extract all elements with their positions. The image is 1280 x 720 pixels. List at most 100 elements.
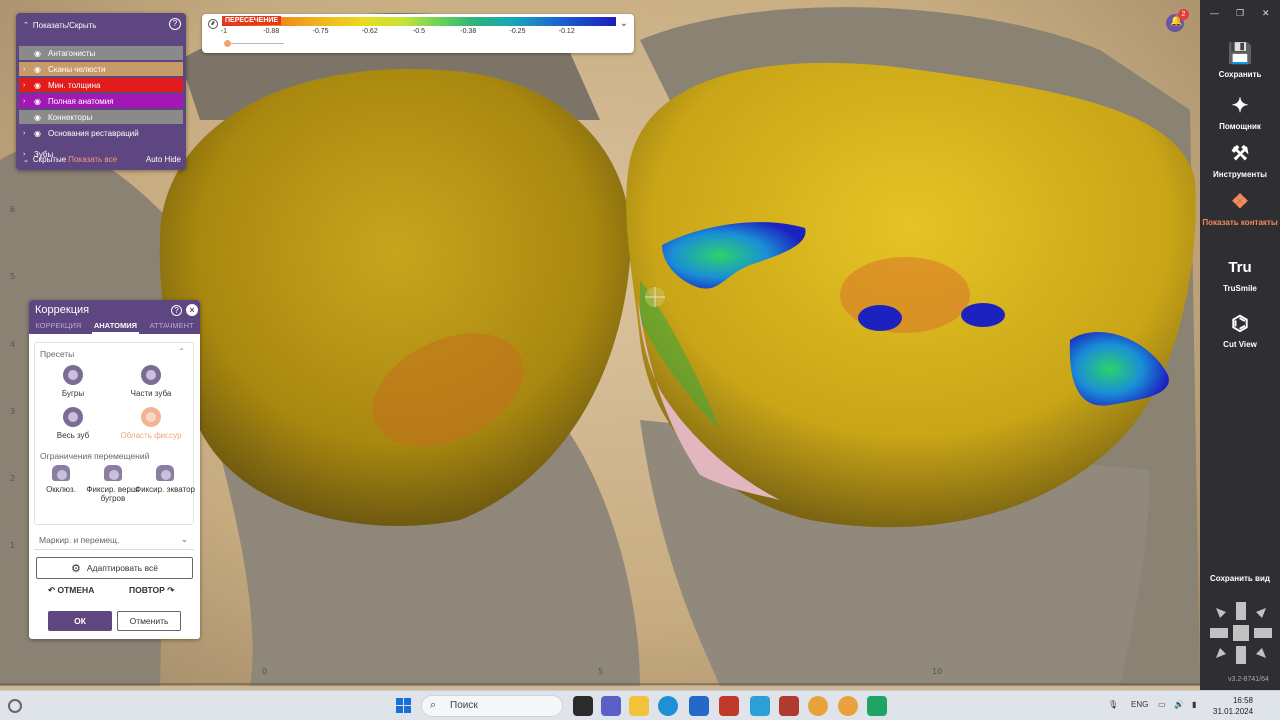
visibility-header[interactable]: ⌃ Показать/Скрыть ?: [23, 18, 183, 32]
start-button[interactable]: [396, 698, 412, 714]
task-view-icon[interactable]: [573, 696, 593, 716]
tooth-parts-icon: [141, 365, 161, 385]
view-center: [1233, 625, 1249, 641]
chevron-down-icon[interactable]: ⌄: [620, 18, 628, 29]
tab-correction[interactable]: КОРРЕКЦИЯ: [33, 320, 83, 334]
preset-cusps-button[interactable]: Бугры: [41, 365, 105, 398]
restore-icon[interactable]: ❐: [1236, 8, 1244, 19]
save-view-button[interactable]: Сохранить вид: [1200, 574, 1280, 583]
volume-icon[interactable]: 🔊: [1174, 700, 1184, 709]
view-top-left: [1216, 608, 1226, 618]
minimize-icon[interactable]: —: [1210, 8, 1219, 18]
tab-attachment[interactable]: АТТАЧМЕНТ: [148, 320, 196, 334]
eye-icon[interactable]: ◉: [34, 113, 48, 122]
preset-tooth-parts-button[interactable]: Части зуба: [119, 365, 183, 398]
edge-icon[interactable]: [658, 696, 678, 716]
teams-icon[interactable]: [601, 696, 621, 716]
visibility-row-min-thickness[interactable]: › ◉ Мин. толщина: [19, 78, 183, 92]
chevron-up-icon[interactable]: ⌃: [178, 347, 185, 356]
view-bottom-right: [1256, 648, 1266, 658]
visibility-row-jaw-scans[interactable]: › ◉ Сканы челюсти: [19, 62, 183, 76]
visibility-row-restoration-bases[interactable]: › ◉ Основания реставраций: [19, 126, 183, 140]
threshold-slider-track[interactable]: [226, 43, 284, 44]
eye-icon[interactable]: ◉: [34, 97, 48, 106]
mark-move-label: Маркир. и перемещ.: [39, 535, 120, 545]
notifications-button[interactable]: 🔔 2: [1166, 9, 1189, 32]
search-icon: ⌕: [430, 699, 437, 711]
visibility-row-connectors[interactable]: ◉ Коннекторы: [19, 110, 183, 124]
taskbar-clock[interactable]: 16:58 31.01.2024: [1213, 695, 1253, 717]
gauge-icon[interactable]: [208, 19, 218, 29]
eye-icon[interactable]: ◉: [34, 129, 48, 138]
chevron-right-icon[interactable]: ›: [23, 98, 34, 105]
chrome-profile-icon[interactable]: [838, 696, 858, 716]
eye-icon[interactable]: ◉: [34, 65, 48, 74]
tools-button[interactable]: ⚒ Инструменты: [1200, 142, 1280, 179]
cut-view-button[interactable]: ⌬ Cut View: [1200, 312, 1280, 349]
correction-tabs: КОРРЕКЦИЯ АНАТОМИЯ АТТАЧМЕНТ: [29, 320, 200, 334]
file-explorer-icon[interactable]: [629, 696, 649, 716]
cad-icon[interactable]: [779, 696, 799, 716]
preset-fissure-area-button[interactable]: Область фиссур: [119, 407, 183, 440]
exocad-icon[interactable]: [719, 696, 739, 716]
help-icon[interactable]: ?: [169, 18, 181, 30]
correction-title: Коррекция: [35, 304, 90, 316]
scale-tick: -0.88: [263, 28, 280, 35]
network-icon[interactable]: ▭: [1158, 700, 1166, 709]
telegram-icon[interactable]: [750, 696, 770, 716]
chrome-icon[interactable]: [808, 696, 828, 716]
microphone-icon[interactable]: 🎙: [1108, 700, 1118, 709]
close-icon[interactable]: ×: [186, 304, 198, 316]
undo-button[interactable]: ↶ ОТМЕНА: [48, 585, 94, 596]
ruler-label: 10: [932, 667, 943, 676]
auto-hide-button[interactable]: Auto Hide: [146, 155, 181, 164]
show-all-button[interactable]: Показать все: [68, 155, 117, 164]
tab-anatomy[interactable]: АНАТОМИЯ: [91, 320, 139, 334]
fix-equator-icon: [156, 465, 174, 481]
fissure-area-icon: [141, 407, 161, 427]
preset-whole-tooth-button[interactable]: Весь зуб: [41, 407, 105, 440]
battery-icon[interactable]: ▮: [1192, 700, 1196, 709]
ok-button[interactable]: ОК: [48, 611, 112, 631]
language-indicator[interactable]: ENG: [1131, 700, 1148, 709]
version-label: v3.2-8741/64: [1228, 676, 1269, 683]
save-button[interactable]: 💾 Сохранить: [1200, 42, 1280, 79]
trusmile-button[interactable]: Tru TruSmile: [1200, 256, 1280, 293]
redo-icon: ↷: [167, 585, 175, 595]
threshold-slider-handle[interactable]: [224, 40, 231, 47]
scale-tick: -0.38: [460, 28, 477, 35]
chevron-up-icon[interactable]: ⌃: [23, 21, 29, 29]
cancel-button[interactable]: Отменить: [117, 611, 181, 631]
limits-label: Ограничения перемещений: [40, 451, 150, 461]
show-contacts-button[interactable]: ❖ Показать контакты: [1200, 190, 1280, 227]
assistant-button[interactable]: ✦ Помощник: [1200, 94, 1280, 131]
mark-move-dropdown[interactable]: Маркир. и перемещ. ⌄: [34, 532, 194, 550]
scale-tick: -0.75: [312, 28, 329, 35]
adapt-all-button[interactable]: ⚙ Адаптировать всё: [36, 557, 193, 579]
eye-icon[interactable]: ◉: [34, 49, 48, 58]
view-navigator[interactable]: [1208, 600, 1274, 666]
limit-fix-equator-button[interactable]: Фиксир. экватор: [133, 465, 197, 494]
chevron-right-icon[interactable]: ›: [23, 130, 34, 137]
visibility-row-label: Полная анатомия: [48, 96, 114, 106]
save-icon: 💾: [1227, 43, 1253, 65]
widgets-icon[interactable]: [8, 699, 22, 713]
taskbar-search[interactable]: ⌕ Поиск: [421, 695, 563, 717]
visibility-footer: ⌄ Скрытые Показать все Auto Hide: [23, 155, 183, 164]
redo-button[interactable]: ПОВТОР ↷: [129, 585, 174, 596]
correction-titlebar[interactable]: Коррекция ? × КОРРЕКЦИЯ АНАТОМИЯ АТТАЧМЕ…: [29, 300, 200, 334]
notification-badge: 2: [1178, 9, 1189, 20]
scale-ticks: -1 -0.88 -0.75 -0.62 -0.5 -0.38 -0.25 -0…: [221, 28, 616, 38]
visibility-row-full-anatomy[interactable]: › ◉ Полная анатомия: [19, 94, 183, 108]
sheets-icon[interactable]: [867, 696, 887, 716]
close-window-icon[interactable]: ✕: [1262, 8, 1270, 19]
chevron-right-icon[interactable]: ›: [23, 82, 34, 89]
chevron-down-icon[interactable]: ⌄: [23, 156, 29, 164]
help-icon[interactable]: ?: [171, 305, 182, 316]
store-icon[interactable]: [689, 696, 709, 716]
visibility-row-antagonists[interactable]: ◉ Антагонисты: [19, 46, 183, 60]
correction-panel: Коррекция ? × КОРРЕКЦИЯ АНАТОМИЯ АТТАЧМЕ…: [29, 300, 200, 639]
cusps-icon: [63, 365, 83, 385]
eye-icon[interactable]: ◉: [34, 81, 48, 90]
chevron-right-icon[interactable]: ›: [23, 66, 34, 73]
